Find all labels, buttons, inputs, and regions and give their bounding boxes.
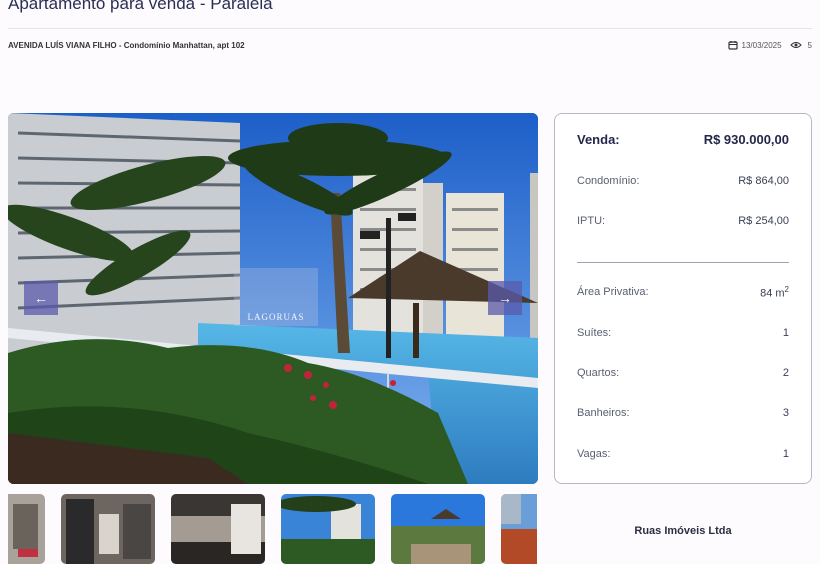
condo-label: Condomínio: <box>577 175 640 187</box>
arrow-left-icon: ← <box>34 290 48 306</box>
thumbnail[interactable] <box>281 494 375 564</box>
arrow-right-icon: → <box>498 290 512 306</box>
address-street: AVENIDA LUÍS VIANA FILHO <box>8 41 117 50</box>
eye-icon <box>789 41 802 49</box>
thumbnail[interactable] <box>8 494 45 564</box>
thumbnail[interactable] <box>171 494 265 564</box>
thumbnail-strip <box>8 494 538 564</box>
baths-row: Banheiros: 3 <box>577 407 789 419</box>
company-name[interactable]: Ruas Imóveis Ltda <box>554 525 812 537</box>
iptu-label: IPTU: <box>577 215 606 227</box>
baths-value: 3 <box>782 407 789 419</box>
photo-gallery[interactable]: LAGORUAS ← → <box>8 113 538 484</box>
rooms-value: 2 <box>782 367 789 379</box>
thumbnail[interactable] <box>61 494 155 564</box>
card-divider <box>577 262 789 263</box>
header-divider <box>8 28 812 29</box>
area-row: Área Privativa: 84 m2 <box>577 285 789 300</box>
thumbnail[interactable] <box>501 494 537 564</box>
sale-price-row: Venda: R$ 930.000,00 <box>577 132 789 147</box>
area-unit-exponent: 2 <box>784 285 789 294</box>
view-count: 5 <box>807 40 812 50</box>
thumbnail[interactable] <box>391 494 485 564</box>
watermark-text: LAGORUAS <box>247 312 305 322</box>
baths-label: Banheiros: <box>577 407 630 419</box>
iptu-row: IPTU: R$ 254,00 <box>577 215 789 227</box>
address-detail: - Condomínio Manhattan, apt 102 <box>116 41 245 50</box>
sale-value: R$ 930.000,00 <box>703 132 789 147</box>
rooms-row: Quartos: 2 <box>577 367 789 379</box>
area-value: 84 m2 <box>760 285 789 300</box>
suites-label: Suítes: <box>577 327 612 339</box>
parking-value: 1 <box>782 448 789 460</box>
listing-date: 13/03/2025 <box>741 40 782 50</box>
page-title: Apartamento para venda - Paralela <box>8 0 273 13</box>
rooms-label: Quartos: <box>577 367 620 379</box>
suites-value: 1 <box>782 327 789 339</box>
gallery-next-button[interactable]: → <box>488 281 522 315</box>
watermark-logo: LAGORUAS <box>234 268 318 326</box>
condo-value: R$ 864,00 <box>738 175 789 187</box>
iptu-value: R$ 254,00 <box>738 215 789 227</box>
calendar-icon <box>727 40 738 50</box>
area-label: Área Privativa: <box>577 286 649 299</box>
price-details-card: Venda: R$ 930.000,00 Condomínio: R$ 864,… <box>554 113 812 484</box>
gallery-prev-button[interactable]: ← <box>24 281 58 315</box>
sale-label: Venda: <box>577 132 620 147</box>
suites-row: Suítes: 1 <box>577 327 789 339</box>
property-address: AVENIDA LUÍS VIANA FILHO - Condomínio Ma… <box>8 41 245 50</box>
parking-label: Vagas: <box>577 448 611 460</box>
listing-meta: 13/03/2025 5 <box>727 40 812 50</box>
parking-row: Vagas: 1 <box>577 448 789 460</box>
area-number: 84 m <box>760 287 785 300</box>
condo-fee-row: Condomínio: R$ 864,00 <box>577 175 789 187</box>
